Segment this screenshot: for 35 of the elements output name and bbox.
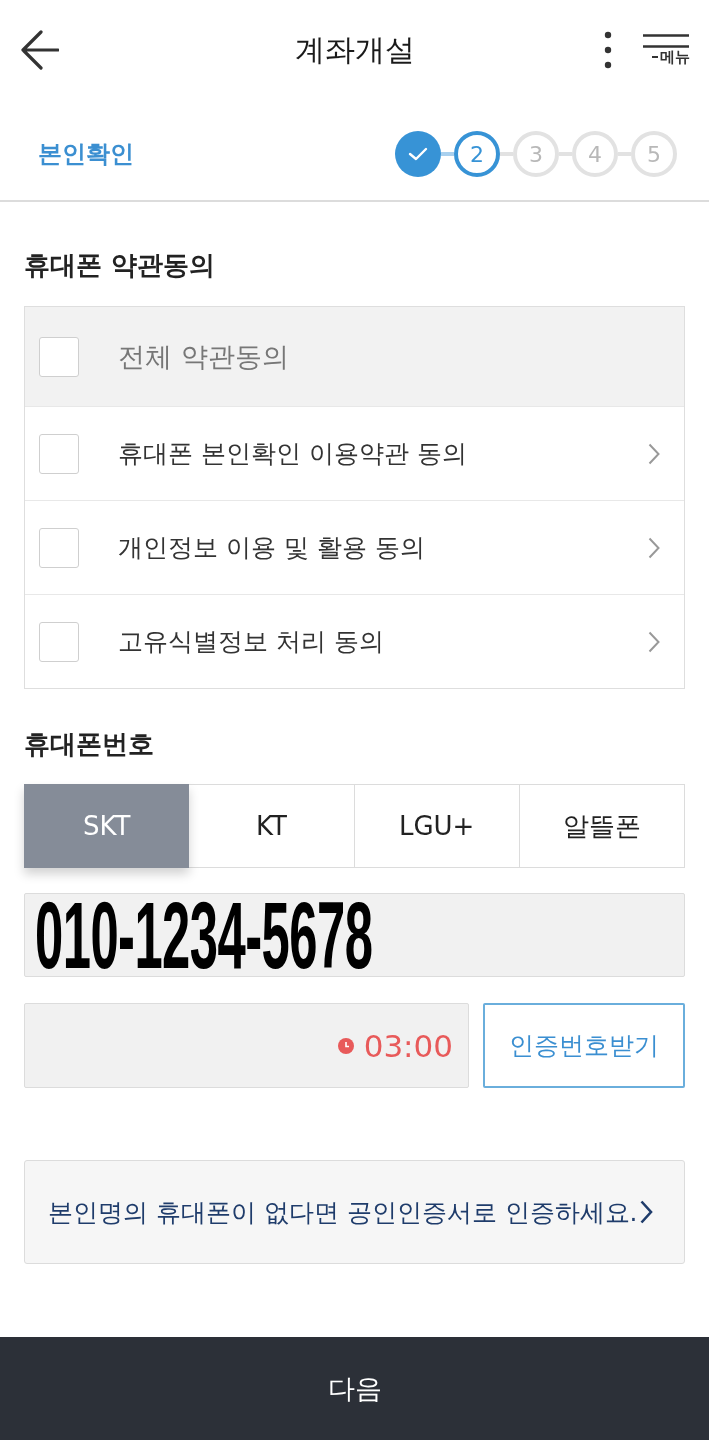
section-title: 휴대폰번호 (24, 728, 155, 761)
terms-label: 휴대폰 본인확인 이용약관 동의 (118, 438, 467, 470)
checkbox[interactable] (39, 527, 79, 568)
step-number: 4 (572, 131, 618, 177)
certificate-link-button[interactable]: 본인명의 휴대폰이 없다면 공인인증서로 인증하세요. (24, 1160, 685, 1264)
section-title: 휴대폰 약관동의 (24, 249, 217, 282)
more-options-icon[interactable] (604, 31, 612, 69)
carrier-tab[interactable]: LGU+ (354, 784, 520, 868)
chevron-right-icon (648, 442, 660, 465)
terms-label: 개인정보 이용 및 활용 동의 (118, 532, 425, 564)
terms-row[interactable]: 휴대폰 본인확인 이용약관 동의 (25, 406, 684, 500)
countdown-timer: 03:00 (363, 1027, 453, 1064)
checkbox[interactable] (39, 336, 79, 377)
terms-label: 고유식별정보 처리 동의 (118, 626, 384, 658)
terms-row[interactable]: 개인정보 이용 및 활용 동의 (25, 500, 684, 594)
next-button[interactable]: 다음 (0, 1337, 709, 1440)
step-number: 2 (454, 131, 500, 177)
checkbox[interactable] (39, 621, 79, 662)
timer-icon (337, 1037, 354, 1054)
carrier-tab[interactable]: KT (189, 784, 355, 868)
page-title: 계좌개설 (294, 31, 415, 69)
carrier-tab[interactable]: 알뜰폰 (519, 784, 685, 868)
step-number: 3 (513, 131, 559, 177)
phone-number-field[interactable]: 010-1234-5678 (24, 893, 685, 977)
terms-label: 전체 약관동의 (118, 339, 289, 374)
chevron-right-icon (648, 536, 660, 559)
chevron-right-icon (648, 630, 660, 653)
back-arrow-icon[interactable] (21, 30, 59, 70)
step-name: 본인확인 (38, 139, 134, 170)
agree-all-row[interactable]: 전체 약관동의 (25, 307, 684, 406)
menu-button[interactable]: 메뉴 (642, 34, 690, 66)
step-number: 5 (631, 131, 677, 177)
checkbox[interactable] (39, 433, 79, 474)
chevron-right-icon (640, 1200, 654, 1224)
terms-row[interactable]: 고유식별정보 처리 동의 (25, 594, 684, 688)
